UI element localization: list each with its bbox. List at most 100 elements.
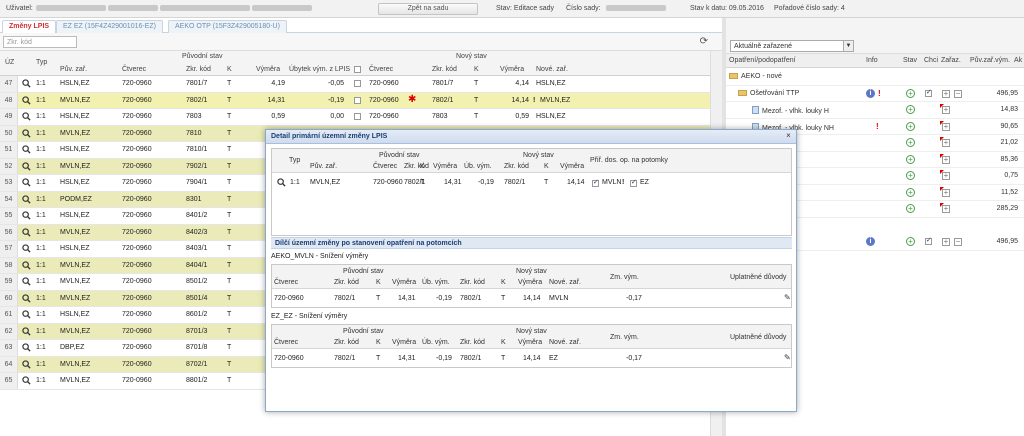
col-zkr-kod[interactable]: Zkr. kód [186,66,211,73]
col-new-zkr-kod[interactable]: Zkr. kód [432,66,457,73]
magnifier-icon[interactable] [22,260,31,270]
expand-icon[interactable]: + [942,238,950,246]
add-measure-icon[interactable]: + [906,187,915,197]
col-k[interactable]: K [227,66,232,73]
col-stav[interactable]: Stav [903,57,917,64]
cell-kod: 7802/1 [334,355,356,362]
assign-icon[interactable]: + [942,188,950,197]
detail-magnifier-icon[interactable] [277,178,286,187]
col-puv-zar[interactable]: Pův. zař. [60,66,87,73]
cell-k: T [227,360,232,368]
col-nove-zar[interactable]: Nové. zař. [536,66,568,73]
measure-mvln-checkbox[interactable] [592,178,599,187]
add-measure-icon[interactable]: + [906,105,915,114]
edit-pencil-icon[interactable]: ✎ [784,353,791,362]
back-to-set-button[interactable]: Zpět na sadu [378,3,478,15]
tab-ez[interactable]: EZ EZ (15F4Z429001016-EZ) [56,20,163,33]
magnifier-icon[interactable] [22,293,31,303]
cell-ubytek: -0,05 [328,80,344,87]
assign-icon[interactable]: + [942,172,950,180]
magnifier-icon[interactable] [22,227,31,237]
magnifier-icon[interactable] [22,79,31,88]
magnifier-icon[interactable] [22,244,31,253]
assignment-filter-select[interactable]: Aktuálně zařazené ▼ [730,40,854,52]
magnifier-icon[interactable] [22,359,31,369]
info-icon[interactable]: i [866,237,875,246]
row-checkbox[interactable] [354,113,361,120]
tree-item[interactable]: Ošetřování TTPi!++−496,95 [726,86,1024,102]
measures-header: Opatření/podopatření Info Stav Chci Zařa… [726,54,1024,68]
refresh-icon[interactable]: ⟳ [700,36,708,47]
tree-item[interactable]: Mezof. - vlhk. louky H + +14,83 [726,102,1024,119]
cell-puv-zar: HSLN,EZ [60,311,90,318]
magnifier-icon[interactable] [22,326,31,336]
add-measure-icon[interactable]: + [906,237,915,246]
magnifier-icon[interactable] [22,277,31,286]
collapse-icon[interactable]: − [954,89,962,98]
assign-icon[interactable]: + [942,205,950,213]
code-filter-input[interactable]: Zkr. kód [3,36,77,48]
cell-puv-zar: PODM,EZ [60,195,92,203]
tree-item[interactable]: AEKO - nové [726,69,1024,86]
tab-zmeny-lpis[interactable]: Změny LPIS [2,20,57,33]
col-zaraz[interactable]: Zařaz. [941,57,961,64]
cell-k: T [227,377,232,384]
want-checkbox[interactable] [925,88,932,97]
col-new-ctverec[interactable]: Čtverec [369,66,393,73]
table-row[interactable]: 47 1:1 HSLN,EZ 720-0960 7801/7 T 4,19 -0,05 720-… [0,76,722,93]
magnifier-icon[interactable] [22,310,31,319]
cell-zkr-kod: 8801/2 [186,377,208,384]
add-measure-icon[interactable]: + [906,154,915,164]
col-ctverec[interactable]: Čtverec [122,66,146,73]
col-new-vymera[interactable]: Výměra [500,66,524,73]
assign-icon[interactable]: + [942,155,950,164]
cell-ctverec: 720-0960 [122,294,152,302]
magnifier-icon[interactable] [22,95,31,105]
add-measure-icon[interactable]: + [906,204,915,213]
magnifier-icon[interactable] [22,112,31,121]
table-row[interactable]: 49 1:1 HSLN,EZ 720-0960 7803 T 0,59 0,00 720-096… [0,109,722,126]
expand-icon[interactable]: + [942,89,950,98]
edit-pencil-icon[interactable]: ✎ [784,293,791,302]
add-measure-icon[interactable]: + [906,138,915,147]
col-opatreni[interactable]: Opatření/podopatření [729,57,796,64]
add-measure-icon[interactable]: + [906,171,915,180]
col-puv-vym[interactable]: Pův.zař.vým. [970,57,1010,64]
col-ubytek[interactable]: Úbytek vým. z LPIS [289,66,350,73]
magnifier-icon[interactable] [22,211,31,220]
magnifier-icon[interactable] [22,161,31,171]
col-uz[interactable]: ÚZ [5,59,14,66]
col-chci[interactable]: Chci [924,57,938,64]
add-measure-icon[interactable]: + [906,121,915,131]
cell-zm: -0,17 [626,295,642,302]
magnifier-icon[interactable] [22,376,31,385]
want-checkbox[interactable] [925,236,932,245]
collapse-icon[interactable]: − [954,238,962,246]
header-checkbox[interactable] [354,66,361,73]
col-typ[interactable]: Typ [36,59,47,66]
col-info[interactable]: Info [866,57,878,64]
add-measure-icon[interactable]: + [906,88,915,98]
table-row[interactable]: 48 1:1 MVLN,EZ 720-0960 7802/1 T 14,31 -0,19 720… [0,92,722,109]
close-icon[interactable]: × [784,132,793,141]
assign-icon[interactable]: + [942,122,950,131]
row-checkbox[interactable] [354,96,361,104]
col-ak[interactable]: Ak [1014,57,1022,64]
row-checkbox[interactable] [354,80,361,87]
magnifier-icon[interactable] [22,128,31,138]
info-icon[interactable]: i [866,88,875,98]
magnifier-icon[interactable] [22,178,31,187]
tab-aeko-otp[interactable]: AEKO OTP (15F3Z429005180-U) [168,20,287,33]
measure-ez-checkbox[interactable] [630,178,637,187]
assign-icon[interactable]: + [942,106,950,114]
assign-icon[interactable]: + [942,139,950,147]
magnifier-icon[interactable] [22,194,31,204]
magnifier-icon[interactable] [22,145,31,154]
cell-puv-zar: HSLN,EZ [60,245,90,252]
col-new-k[interactable]: K [474,66,479,73]
col-vymera[interactable]: Výměra [256,66,280,73]
cursor-marker-icon: ✱ [408,93,417,105]
row-uz: 47 [0,76,18,92]
magnifier-icon[interactable] [22,343,31,352]
chevron-down-icon[interactable]: ▼ [843,41,853,51]
